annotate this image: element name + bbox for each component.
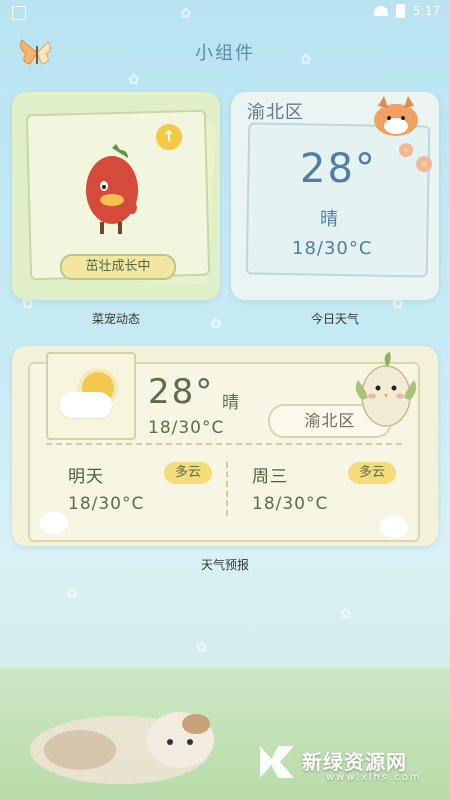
watermark-logo-icon <box>260 746 294 778</box>
forecast-range: 18/30°C <box>148 418 225 438</box>
today-condition: 晴 <box>320 209 338 230</box>
today-range: 18/30°C <box>292 238 373 259</box>
day-range: 18/30°C <box>252 494 329 514</box>
today-temperature: 28° <box>300 146 377 192</box>
cat-illustration <box>30 712 214 784</box>
day-name: 明天 <box>68 467 104 487</box>
watermark-text: 新绿资源网 <box>302 750 407 774</box>
day-divider <box>226 462 228 516</box>
page-title: 小组件 <box>195 43 255 64</box>
up-arrow-icon[interactable]: ↑ <box>156 124 182 150</box>
day-name: 周三 <box>252 467 288 487</box>
bird-pet-icon <box>355 352 417 427</box>
day-range: 18/30°C <box>68 494 145 514</box>
today-widget-caption: 今日天气 <box>310 312 359 326</box>
watermark: 新绿资源网 www.xlhs.com <box>256 740 436 790</box>
pet-status-pill: 茁壮成长中 <box>60 254 176 280</box>
day-condition-badge: 多云 <box>348 462 396 484</box>
corgi-icon <box>374 96 418 136</box>
flower-icon <box>399 143 432 172</box>
forecast-condition: 晴 <box>222 393 239 413</box>
forecast-divider <box>46 443 402 445</box>
cloud-icon <box>60 392 112 418</box>
today-location: 渝北区 <box>247 102 304 123</box>
pepper-pet <box>86 144 138 234</box>
watermark-url: www.xlhs.com <box>326 772 422 783</box>
status-bar: 5:17 <box>0 0 450 26</box>
cloud-decoration <box>380 516 408 538</box>
day-condition-badge: 多云 <box>164 462 212 484</box>
battery-icon <box>396 4 406 18</box>
gallery-icon <box>12 6 26 20</box>
status-time: 5:17 <box>413 4 440 18</box>
pet-widget-caption: 菜宠动态 <box>91 312 140 326</box>
cloud-decoration <box>40 512 68 534</box>
wifi-icon <box>374 6 389 16</box>
forecast-temperature: 28° <box>148 372 215 412</box>
forecast-widget-caption: 天气预报 <box>200 558 249 572</box>
